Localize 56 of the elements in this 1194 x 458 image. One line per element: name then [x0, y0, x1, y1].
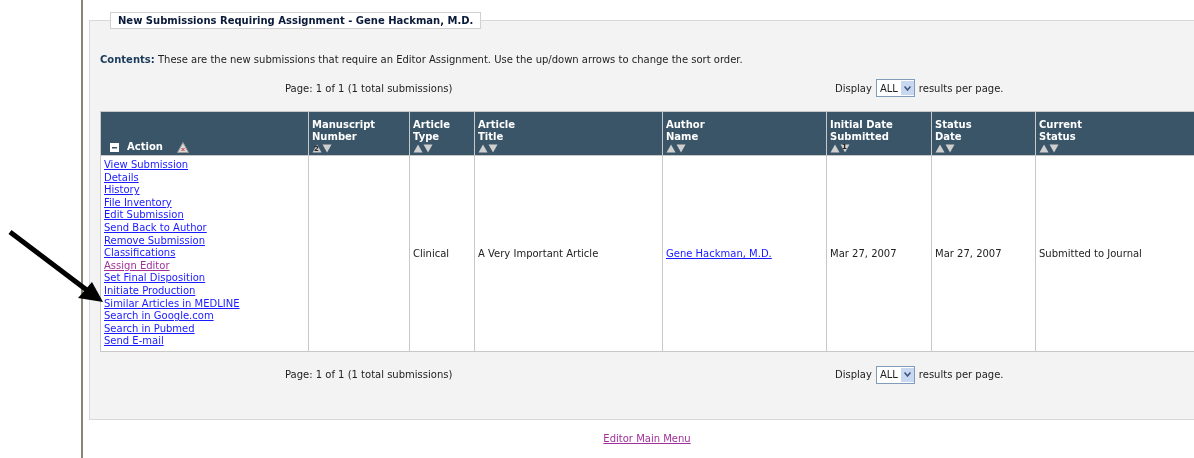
action-link[interactable]: Set Final Disposition	[104, 272, 206, 284]
contents-text: Contents: These are the new submissions that require an Editor Assignment. Use the up/down arrows to change the sort order.	[100, 54, 744, 65]
action-link[interactable]: Search in Pubmed	[104, 322, 195, 334]
per-page-select[interactable]: ALL	[875, 365, 915, 384]
action-link[interactable]: Classifications	[104, 247, 176, 259]
action-link[interactable]: View Submission	[104, 159, 189, 170]
sort-up-icon[interactable]	[413, 144, 423, 153]
main-menu-link[interactable]: Editor Main Menu	[603, 433, 691, 444]
column-label: Article Title	[478, 119, 516, 143]
column-label: Manuscript Number	[312, 119, 376, 143]
action-link[interactable]: Similar Articles in MEDLINE	[104, 297, 240, 309]
table-cell: Submitted to Journal	[1039, 247, 1142, 259]
sort-down-icon[interactable]	[423, 144, 433, 153]
page-info: Page: 1 of 1 (1 total submissions)	[285, 82, 454, 94]
sort-down-icon[interactable]	[322, 144, 332, 153]
page-info: Page: 1 of 1 (1 total submissions)	[285, 369, 454, 381]
panel-title: New Submissions Requiring Assignment - Gene Hackman, M.D.	[110, 12, 482, 29]
warning-icon[interactable]	[176, 141, 189, 153]
column-label: Article Type	[413, 119, 451, 143]
column-label: Status Date	[935, 119, 972, 143]
action-link[interactable]: History	[104, 184, 140, 196]
display-label: Display	[835, 369, 872, 381]
sort-down-icon[interactable]	[676, 144, 686, 153]
action-link[interactable]: Edit Submission	[104, 209, 184, 221]
action-link[interactable]: Assign Editor	[104, 259, 170, 271]
table-cell: Mar 27, 2007	[830, 247, 897, 259]
sort-down-icon[interactable]	[945, 144, 955, 153]
per-page-select[interactable]: ALL	[875, 79, 915, 97]
column-label: Author Name	[666, 119, 705, 143]
display-label: Display	[835, 82, 872, 94]
action-link[interactable]: File Inventory	[104, 196, 172, 208]
action-link[interactable]: Details	[104, 171, 139, 183]
per-page-suffix: results per page.	[918, 369, 1004, 381]
sort-up-icon[interactable]	[1039, 144, 1049, 153]
column-label: Action	[127, 141, 163, 153]
action-link[interactable]: Initiate Production	[104, 284, 196, 296]
column-label: Initial Date Submitted	[830, 119, 893, 143]
sort-up-icon[interactable]	[478, 144, 488, 153]
sort-up-icon[interactable]	[666, 144, 676, 153]
sort-up-icon[interactable]	[935, 144, 945, 153]
action-link[interactable]: Send Back to Author	[104, 221, 207, 233]
sort-down-icon[interactable]	[488, 144, 498, 153]
table-cell: Clinical	[413, 247, 450, 259]
action-link[interactable]: Search in Google.com	[104, 310, 214, 322]
column-label: Current Status	[1039, 119, 1082, 143]
author-link[interactable]: Gene Hackman, M.D.	[666, 247, 772, 259]
caret-icon	[903, 372, 911, 378]
table-cell: Mar 27, 2007	[935, 247, 1002, 259]
sort-down-icon[interactable]	[1049, 144, 1059, 153]
collapse-icon[interactable]	[110, 142, 119, 152]
per-page-suffix: results per page.	[918, 82, 1004, 94]
caret-icon	[903, 85, 911, 91]
action-link[interactable]: Send E-mail	[104, 335, 164, 347]
table-cell: A Very Important Article	[478, 247, 599, 259]
action-link[interactable]: Remove Submission	[104, 234, 205, 246]
sort-up-icon[interactable]	[830, 144, 840, 153]
